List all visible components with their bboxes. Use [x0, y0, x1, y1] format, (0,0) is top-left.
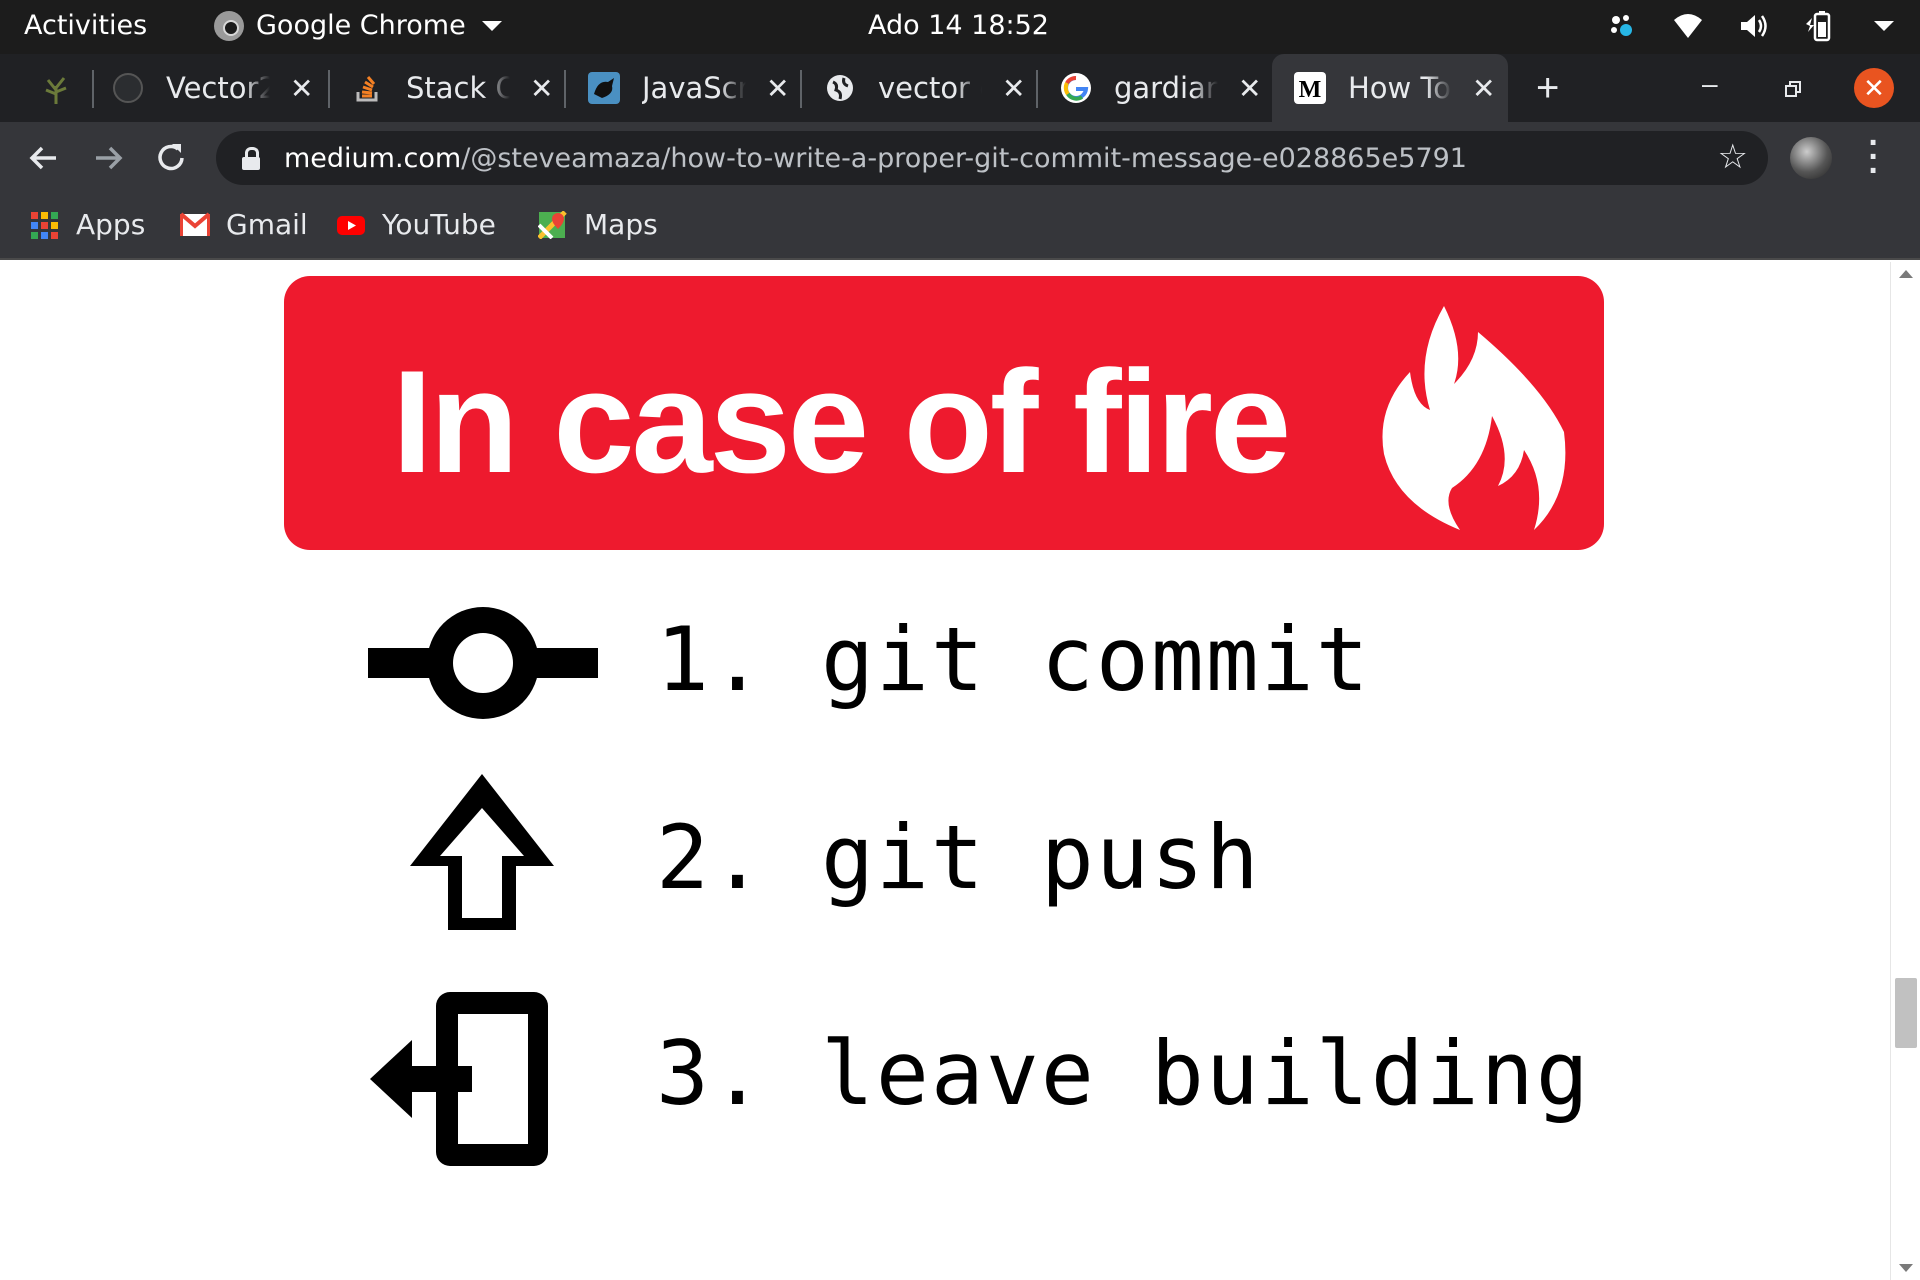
bookmark-label: Maps [584, 208, 658, 241]
browser-toolbar: medium.com/@steveamaza/how-to-write-a-pr… [0, 122, 1920, 194]
svg-text:M: M [1299, 77, 1322, 103]
fire-banner: In case of fire [284, 276, 1604, 550]
stackoverflow-icon [356, 76, 378, 102]
step-push: 2. git push [656, 806, 1261, 909]
tab-title: JavaScri [642, 71, 746, 105]
page-scrollbar[interactable] [1890, 262, 1920, 1280]
step-commit: 1. git commit [656, 608, 1371, 711]
scroll-thumb[interactable] [1895, 978, 1917, 1048]
system-tray[interactable] [1606, 10, 1894, 42]
forward-button[interactable] [82, 132, 134, 184]
bookmark-star-icon[interactable]: ☆ [1718, 137, 1748, 177]
bookmark-label: Apps [76, 208, 146, 241]
tab-title: How To [1348, 71, 1452, 105]
tab-separator [564, 70, 566, 108]
tab-separator [328, 70, 330, 108]
tab-separator [800, 70, 802, 108]
bookmark-gmail[interactable]: Gmail [180, 208, 308, 241]
new-tab-button[interactable]: + [1536, 54, 1559, 122]
tab-vector2[interactable]: Vector2 ✕ [112, 54, 320, 122]
app-name: Google Chrome [256, 10, 466, 41]
youtube-icon [337, 215, 365, 235]
tab-separator [1036, 70, 1038, 108]
back-button[interactable] [18, 132, 70, 184]
tab-stack-overflow[interactable]: Stack Ov ✕ [352, 54, 560, 122]
tab-title: vector c [878, 71, 982, 105]
close-icon[interactable]: ✕ [290, 72, 313, 105]
battery-icon[interactable] [1804, 10, 1836, 42]
flame-icon [1382, 306, 1566, 530]
medium-icon: M [1294, 72, 1326, 104]
close-icon[interactable]: ✕ [766, 72, 789, 105]
url-path: /@steveamaza/how-to-write-a-proper-git-c… [461, 142, 1467, 174]
bookmark-label: YouTube [382, 208, 496, 241]
banner-text: In case of fire [392, 340, 1291, 503]
bookmark-maps[interactable]: Maps [538, 208, 658, 241]
google-icon [1061, 73, 1091, 103]
tree-app-icon[interactable] [38, 70, 74, 106]
exit-door-icon [370, 992, 548, 1166]
wifi-icon[interactable] [1672, 10, 1704, 42]
gmail-icon [180, 211, 210, 236]
tab-strip: Vector2 ✕ Stack Ov ✕ JavaScri ✕ vector c… [0, 54, 1920, 122]
tab-javascript[interactable]: JavaScri ✕ [588, 54, 796, 122]
scroll-up-arrow-icon[interactable] [1899, 270, 1913, 278]
slack-tray-icon[interactable] [1606, 10, 1638, 42]
tab-how-to-active[interactable]: M How To ✕ [1272, 54, 1508, 122]
maps-icon [538, 210, 567, 239]
bookmark-label: Gmail [226, 208, 308, 241]
push-arrow-icon [410, 774, 554, 930]
chrome-menu-button[interactable]: · · · [1864, 126, 1884, 188]
close-icon[interactable]: ✕ [1472, 72, 1495, 105]
clock[interactable]: Ado 14 18:52 [868, 10, 1049, 41]
close-icon[interactable]: ✕ [1002, 72, 1025, 105]
volume-icon[interactable] [1738, 10, 1770, 42]
tab-title: gardian [1114, 71, 1218, 105]
address-bar[interactable]: medium.com/@steveamaza/how-to-write-a-pr… [216, 131, 1768, 185]
commit-icon [368, 607, 598, 719]
page-content: In case of fire 1. git commit 2. git pus… [0, 262, 1890, 1280]
chevron-down-icon [481, 20, 502, 31]
system-menu-chevron-icon[interactable] [1874, 21, 1894, 31]
lock-icon[interactable] [242, 147, 260, 170]
profile-avatar[interactable] [1790, 137, 1832, 179]
tab-title: Vector2 [166, 71, 270, 105]
github-icon [113, 73, 143, 103]
bookmark-youtube[interactable]: YouTube [336, 208, 496, 241]
tab-gardian[interactable]: gardian ✕ [1060, 54, 1268, 122]
javascript-icon [588, 72, 620, 104]
apps-grid-icon [31, 211, 58, 239]
activities-button[interactable]: Activities [24, 10, 147, 41]
bookmarks-bar: Apps Gmail YouTube Maps [0, 194, 1920, 260]
url-host: medium.com [284, 142, 462, 174]
close-icon[interactable]: ✕ [1238, 72, 1261, 105]
close-icon[interactable]: ✕ [530, 72, 553, 105]
tab-vector-c[interactable]: vector c ✕ [824, 54, 1032, 122]
reload-button[interactable] [146, 132, 198, 184]
url-text[interactable]: medium.com/@steveamaza/how-to-write-a-pr… [284, 143, 1467, 174]
scroll-down-arrow-icon[interactable] [1899, 1264, 1913, 1272]
chrome-icon [214, 10, 244, 41]
tab-separator [92, 70, 94, 108]
step-leave: 3. leave building [656, 1022, 1591, 1125]
globe-icon [827, 75, 853, 101]
bookmark-apps[interactable]: Apps [30, 208, 145, 241]
minimize-button[interactable]: – [1702, 68, 1718, 100]
restore-button[interactable] [1784, 80, 1802, 98]
tab-title: Stack Ov [406, 71, 510, 105]
app-menu[interactable]: Google Chrome [214, 10, 502, 41]
window-close-button[interactable]: ✕ [1854, 68, 1894, 108]
system-top-bar: Activities Google Chrome Ado 14 18:52 [0, 0, 1920, 54]
